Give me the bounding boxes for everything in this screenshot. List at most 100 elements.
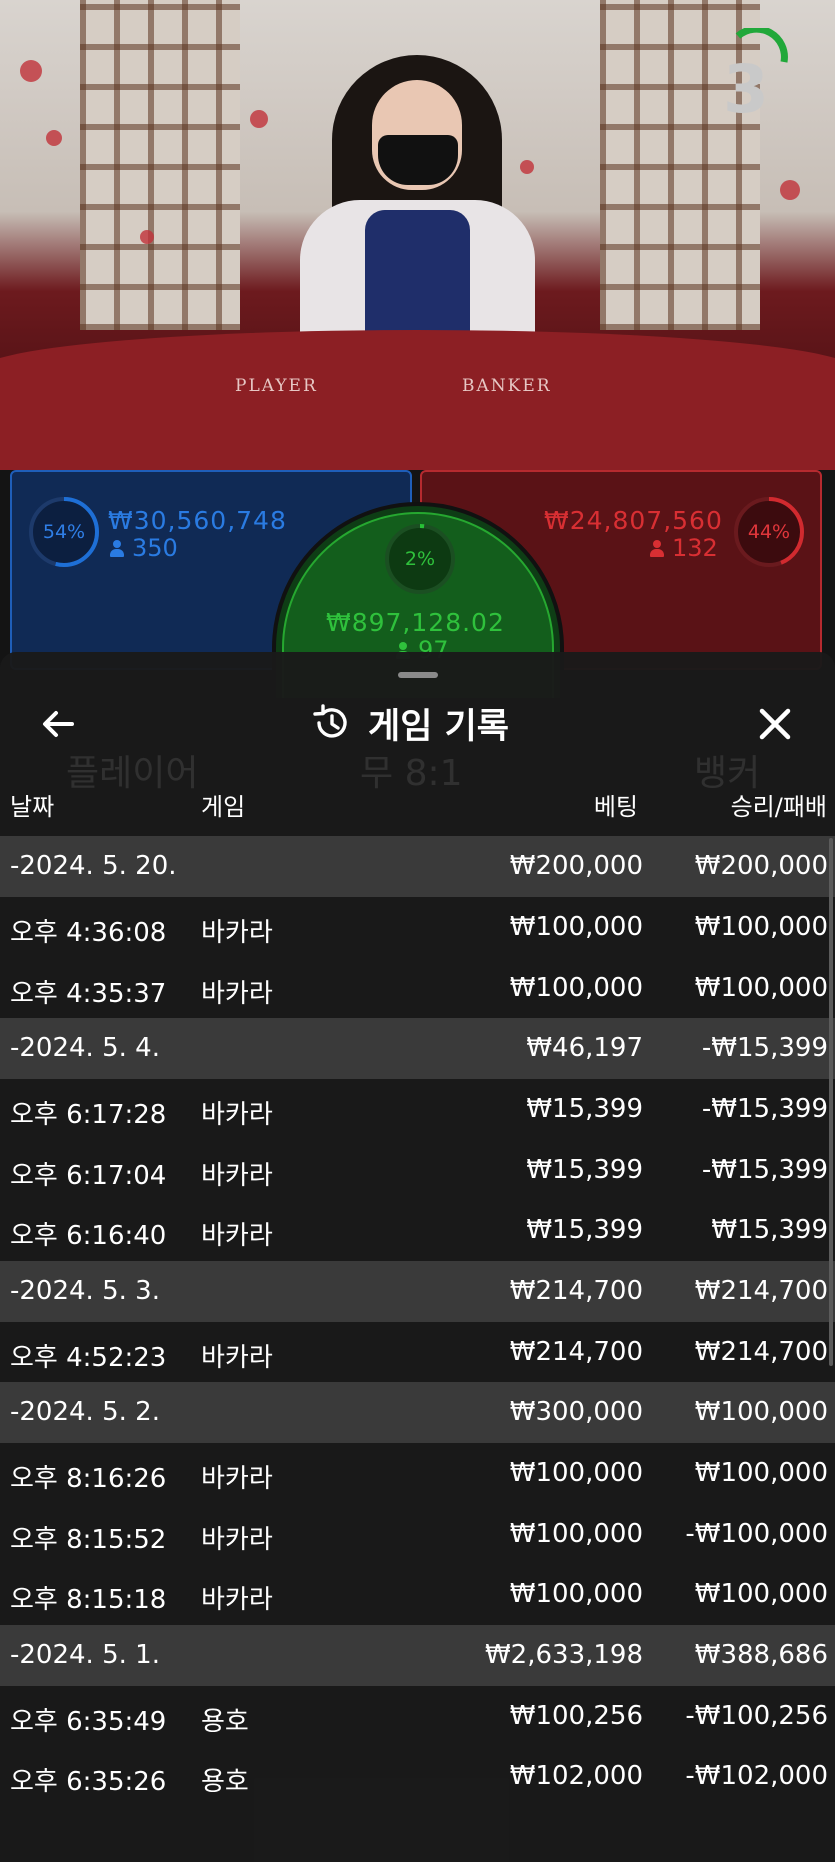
- row-result: -₩100,000: [685, 1518, 828, 1549]
- row-date: -2024. 5. 2.: [10, 1397, 160, 1427]
- row-bet: ₩300,000: [509, 1397, 643, 1427]
- history-row[interactable]: 오후 4:52:23 바카라 ₩214,700 ₩214,700: [0, 1322, 835, 1383]
- row-date: -2024. 5. 1.: [10, 1639, 160, 1670]
- row-date: -2024. 5. 20.: [10, 851, 177, 881]
- history-row[interactable]: 오후 6:16:40 바카라 ₩15,399 ₩15,399: [0, 1200, 835, 1261]
- close-icon: [759, 708, 791, 740]
- row-game: 바카라: [201, 1221, 273, 1251]
- column-header-bet: 베팅: [593, 793, 638, 821]
- person-icon: [110, 540, 124, 557]
- row-time: 오후 6:17:28: [10, 1100, 167, 1130]
- player-bet-amount: ₩30,560,748: [108, 506, 287, 535]
- row-game: 용호: [201, 1706, 249, 1737]
- row-bet: ₩200,000: [509, 851, 643, 881]
- date-group-row[interactable]: -2024. 5. 1. ₩2,633,198 ₩388,686: [0, 1624, 835, 1686]
- row-game: 바카라: [201, 1160, 273, 1191]
- row-bet: ₩214,700: [509, 1336, 643, 1367]
- row-time: 오후 4:36:08: [10, 918, 167, 948]
- column-header-game: 게임: [201, 793, 246, 821]
- row-bet: ₩15,399: [526, 1215, 643, 1245]
- column-header-date: 날짜: [10, 793, 55, 821]
- history-list: -2024. 5. 20. ₩200,000 ₩200,000 오후 4:36:08 바…: [0, 836, 835, 1807]
- row-result: ₩100,000: [694, 1579, 828, 1609]
- banker-bet-amount: ₩24,807,560: [544, 506, 723, 535]
- row-result: ₩388,686: [694, 1639, 828, 1670]
- row-result: ₩100,000: [694, 1458, 828, 1488]
- row-result: ₩214,700: [694, 1275, 828, 1306]
- row-result: -₩15,399: [701, 1094, 828, 1124]
- history-row[interactable]: 오후 8:15:52 바카라 ₩100,000 -₩100,000: [0, 1504, 835, 1565]
- scrollbar[interactable]: [829, 838, 833, 1366]
- sheet-header: 게임 기록: [310, 698, 509, 748]
- row-bet: ₩100,000: [509, 912, 643, 942]
- row-bet: ₩100,000: [509, 1518, 643, 1549]
- row-time: 오후 8:15:18: [10, 1585, 167, 1615]
- row-game: 바카라: [201, 978, 273, 1009]
- row-date: -2024. 5. 3.: [10, 1275, 160, 1306]
- row-result: ₩15,399: [711, 1215, 828, 1245]
- row-game: 바카라: [201, 1342, 273, 1373]
- row-game: 용호: [201, 1767, 249, 1797]
- baccarat-table: [0, 330, 835, 470]
- row-game: 바카라: [201, 1100, 273, 1130]
- row-time: 오후 6:35:26: [10, 1767, 167, 1797]
- drag-handle[interactable]: [398, 672, 438, 678]
- row-time: 오후 6:16:40: [10, 1221, 167, 1251]
- row-bet: ₩102,000: [509, 1761, 643, 1791]
- row-game: 바카라: [201, 1524, 273, 1555]
- history-icon: [313, 704, 347, 738]
- row-result: -₩102,000: [685, 1761, 828, 1791]
- row-bet: ₩15,399: [526, 1094, 643, 1124]
- back-button[interactable]: [36, 701, 82, 747]
- row-bet: ₩100,000: [509, 1458, 643, 1488]
- row-result: ₩100,000: [694, 912, 828, 942]
- date-group-row[interactable]: -2024. 5. 3. ₩214,700 ₩214,700: [0, 1260, 835, 1322]
- row-time: 오후 6:17:04: [10, 1160, 167, 1191]
- row-game: 바카라: [201, 1464, 273, 1494]
- history-row[interactable]: 오후 8:16:26 바카라 ₩100,000 ₩100,000: [0, 1443, 835, 1504]
- table-label-banker: BANKER: [462, 376, 552, 396]
- row-bet: ₩15,399: [526, 1154, 643, 1185]
- date-group-row[interactable]: -2024. 5. 4. ₩46,197 -₩15,399: [0, 1018, 835, 1079]
- row-result: ₩214,700: [694, 1336, 828, 1367]
- row-time: 오후 4:35:37: [10, 978, 167, 1009]
- row-result: ₩100,000: [694, 972, 828, 1003]
- bg-player-label: 플레이어: [66, 753, 199, 794]
- history-row[interactable]: 오후 4:35:37 바카라 ₩100,000 ₩100,000: [0, 958, 835, 1019]
- live-video: PLAYER BANKER 3: [0, 0, 835, 470]
- row-game: 바카라: [201, 1585, 273, 1615]
- table-label-player: PLAYER: [235, 376, 318, 396]
- close-button[interactable]: [752, 701, 802, 747]
- history-row[interactable]: 오후 6:17:28 바카라 ₩15,399 -₩15,399: [0, 1079, 835, 1140]
- row-result: ₩200,000: [694, 851, 828, 881]
- row-time: 오후 8:15:52: [10, 1524, 167, 1555]
- bg-tie-label: 무 8:1: [360, 753, 463, 794]
- player-percent: 54%: [42, 521, 86, 543]
- history-row[interactable]: 오후 4:36:08 바카라 ₩100,000 ₩100,000: [0, 897, 835, 958]
- row-result: -₩15,399: [701, 1033, 828, 1063]
- countdown-timer: 3: [723, 51, 769, 128]
- date-group-row[interactable]: -2024. 5. 20. ₩200,000 ₩200,000: [0, 836, 835, 897]
- history-row[interactable]: 오후 8:15:18 바카라 ₩100,000 ₩100,000: [0, 1564, 835, 1625]
- history-row[interactable]: 오후 6:35:26 용호 ₩102,000 -₩102,000: [0, 1746, 835, 1807]
- banker-percent: 44%: [747, 521, 791, 543]
- row-bet: ₩46,197: [526, 1033, 643, 1063]
- row-time: 오후 8:16:26: [10, 1464, 167, 1494]
- tie-percent: 2%: [404, 548, 436, 570]
- bet-summary: 54% ₩30,560,748 350 44% ₩24,807,560 132 …: [0, 466, 835, 702]
- tie-bet-amount: ₩897,128.02: [326, 608, 505, 637]
- arrow-left-icon: [43, 711, 74, 737]
- banker-bettor-count: 132: [650, 534, 718, 562]
- row-time: 오후 4:52:23: [10, 1342, 167, 1373]
- row-bet: ₩214,700: [509, 1275, 643, 1306]
- sheet-title: 게임 기록: [368, 706, 509, 747]
- history-row[interactable]: 오후 6:17:04 바카라 ₩15,399 -₩15,399: [0, 1140, 835, 1201]
- history-row[interactable]: 오후 6:35:49 용호 ₩100,256 -₩100,256: [0, 1686, 835, 1747]
- player-bettor-count: 350: [110, 534, 178, 562]
- date-group-row[interactable]: -2024. 5. 2. ₩300,000 ₩100,000: [0, 1382, 835, 1443]
- row-result: -₩15,399: [701, 1154, 828, 1185]
- row-game: 바카라: [201, 918, 273, 948]
- row-bet: ₩100,256: [509, 1700, 643, 1731]
- row-result: -₩100,256: [685, 1700, 828, 1731]
- row-time: 오후 6:35:49: [10, 1706, 167, 1737]
